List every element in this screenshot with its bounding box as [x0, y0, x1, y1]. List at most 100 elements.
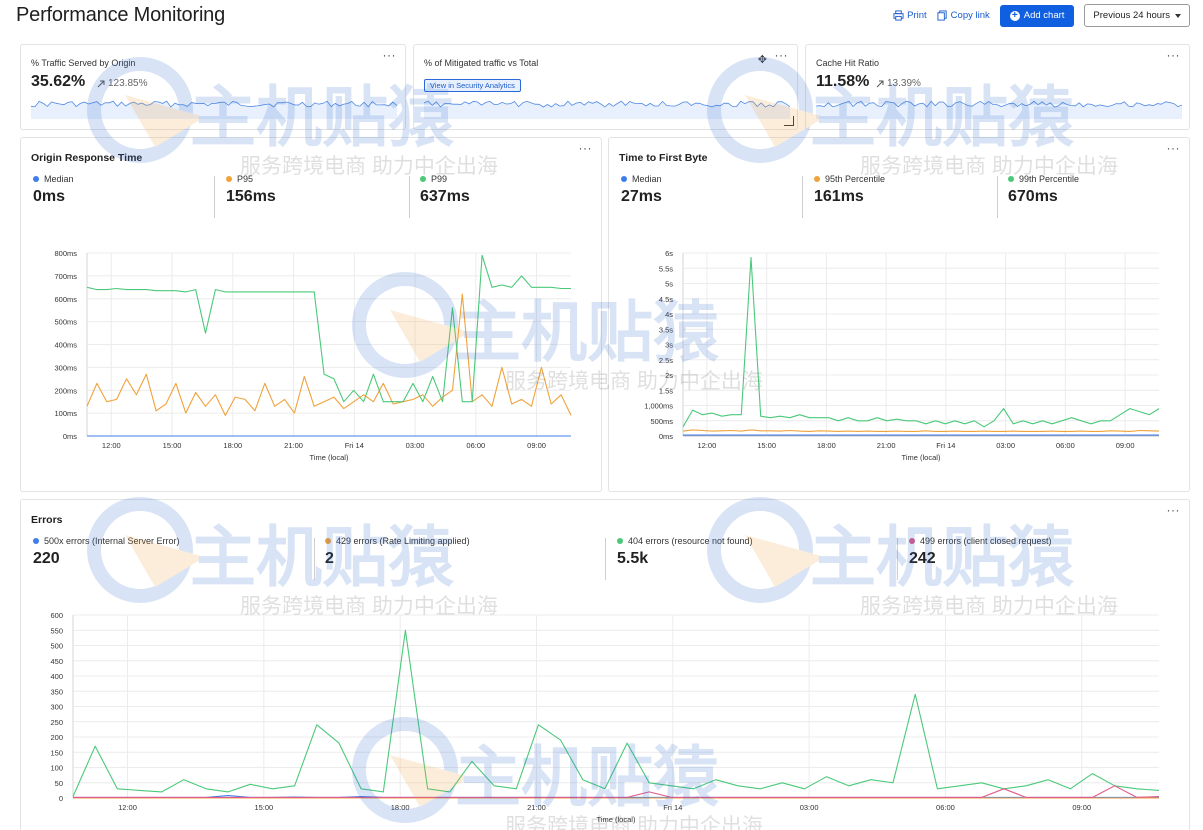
x-tick-label: 15:00	[163, 441, 182, 450]
x-tick-label: 21:00	[284, 441, 303, 450]
x-tick-label: 09:00	[527, 441, 546, 450]
metric-label: P95	[237, 174, 254, 184]
metric-p95: 95th Percentile 161ms	[814, 174, 885, 206]
y-tick-label: 100ms	[54, 409, 77, 418]
y-tick-label: 550	[50, 626, 63, 635]
add-chart-button[interactable]: + Add chart	[999, 4, 1075, 27]
copy-link-button[interactable]: Copy link	[937, 10, 990, 21]
x-tick-label: 18:00	[223, 441, 242, 450]
x-tick-label: 06:00	[466, 441, 485, 450]
origin-response-card: ··· Origin Response Time Median 0ms P95 …	[20, 137, 602, 492]
legend-dot	[325, 538, 331, 544]
metric-value: 220	[33, 550, 60, 567]
metric-499: 499 errors (client closed request) 242	[909, 536, 1052, 568]
traffic-card-delta-value: 123.85%	[108, 78, 148, 89]
sparkline-area	[816, 101, 1182, 119]
traffic-card-value: 35.62%	[31, 73, 86, 90]
x-tick-label: Fri 14	[345, 441, 364, 450]
y-tick-label: 3s	[665, 341, 673, 350]
x-tick-label: 18:00	[817, 441, 836, 450]
origin-response-title: Origin Response Time	[31, 152, 143, 164]
cache-card-delta-value: 13.39%	[887, 78, 921, 89]
card-menu-button[interactable]: ···	[1167, 142, 1181, 154]
metric-value: 242	[909, 550, 936, 567]
series-line-3	[73, 785, 1160, 798]
card-menu-button[interactable]: ···	[1167, 49, 1181, 61]
y-tick-label: 5s	[665, 280, 673, 289]
resize-handle-icon[interactable]	[784, 116, 794, 126]
traffic-card-delta: 123.85%	[97, 78, 147, 89]
series-line-2	[72, 629, 1160, 797]
y-tick-label: 6s	[665, 249, 673, 258]
metric-value: 156ms	[226, 188, 276, 205]
x-tick-label: 03:00	[996, 441, 1015, 450]
x-tick-label: 03:00	[800, 803, 819, 812]
print-label: Print	[907, 10, 927, 21]
metric-median: Median 27ms	[621, 174, 662, 206]
mitigated-sparkline	[424, 100, 790, 119]
x-axis-label: Time (local)	[902, 453, 941, 462]
divider	[802, 176, 803, 218]
metric-p99: 99th Percentile 670ms	[1008, 174, 1079, 206]
traffic-card: ··· % Traffic Served by Origin 35.62% 12…	[20, 44, 406, 130]
y-tick-label: 3.5s	[659, 325, 673, 334]
metric-value: 5.5k	[617, 550, 649, 567]
x-tick-label: 06:00	[1056, 441, 1075, 450]
divider	[605, 538, 606, 580]
cache-card-value: 11.58%	[816, 73, 870, 90]
y-tick-label: 200ms	[54, 386, 77, 395]
legend-dot	[621, 176, 627, 182]
metric-p95: P95 156ms	[226, 174, 276, 206]
mitigated-card: ··· ✥ % of Mitigated traffic vs Total Vi…	[413, 44, 798, 130]
origin-response-chart: 0ms 100ms 200ms 300ms 400ms 500ms 600ms 700ms 80…	[54, 249, 572, 462]
x-tick-label: 12:00	[698, 441, 717, 450]
errors-title: Errors	[31, 514, 63, 526]
cache-card-delta: 13.39%	[876, 78, 921, 89]
card-menu-button[interactable]: ···	[579, 142, 593, 154]
time-range-select[interactable]: Previous 24 hours	[1084, 4, 1190, 27]
y-tick-label: 300ms	[54, 363, 77, 372]
print-button[interactable]: Print	[893, 10, 927, 21]
x-tick-label: 21:00	[527, 803, 546, 812]
legend-dot	[33, 176, 39, 182]
metric-label: 500x errors (Internal Server Error)	[44, 536, 180, 546]
x-axis-label: Time (local)	[310, 453, 349, 462]
card-menu-button[interactable]: ···	[775, 49, 789, 61]
series-line-1	[682, 429, 1160, 432]
legend-dot	[226, 176, 232, 182]
x-tick-label: 06:00	[936, 803, 955, 812]
metric-label: Median	[632, 174, 662, 184]
copy-icon	[937, 10, 947, 21]
errors-card: ··· Errors 500x errors (Internal Server …	[20, 499, 1190, 830]
metric-404: 404 errors (resource not found) 5.5k	[617, 536, 753, 568]
y-tick-label: 600	[50, 611, 63, 620]
metric-value: 2	[325, 550, 334, 567]
legend-dot	[909, 538, 915, 544]
y-tick-label: 800ms	[54, 249, 77, 258]
toolbar: Print Copy link + Add chart Previous 24 …	[893, 4, 1190, 27]
x-tick-label: 15:00	[254, 803, 273, 812]
metric-label: 95th Percentile	[825, 174, 886, 184]
divider	[314, 538, 315, 580]
metric-label: 499 errors (client closed request)	[920, 536, 1052, 546]
card-menu-button[interactable]: ···	[1167, 504, 1181, 516]
x-tick-label: 12:00	[118, 803, 137, 812]
x-tick-label: 15:00	[757, 441, 776, 450]
card-menu-button[interactable]: ···	[383, 49, 397, 61]
y-tick-label: 5.5s	[659, 264, 673, 273]
y-tick-label: 500	[50, 642, 63, 651]
y-tick-label: 100	[50, 764, 63, 773]
y-tick-label: 150	[50, 748, 63, 757]
x-tick-label: Fri 14	[663, 803, 682, 812]
legend-dot	[1008, 176, 1014, 182]
metric-value: 0ms	[33, 188, 66, 205]
y-tick-label: 700ms	[54, 272, 77, 281]
legend-dot	[814, 176, 820, 182]
y-tick-label: 400ms	[54, 341, 77, 350]
cache-card-title: Cache Hit Ratio	[816, 58, 880, 68]
y-tick-label: 0ms	[63, 432, 77, 441]
sparkline-area	[424, 101, 790, 119]
y-tick-label: 300	[50, 703, 63, 712]
move-icon[interactable]: ✥	[758, 53, 767, 66]
metric-value: 161ms	[814, 188, 864, 205]
